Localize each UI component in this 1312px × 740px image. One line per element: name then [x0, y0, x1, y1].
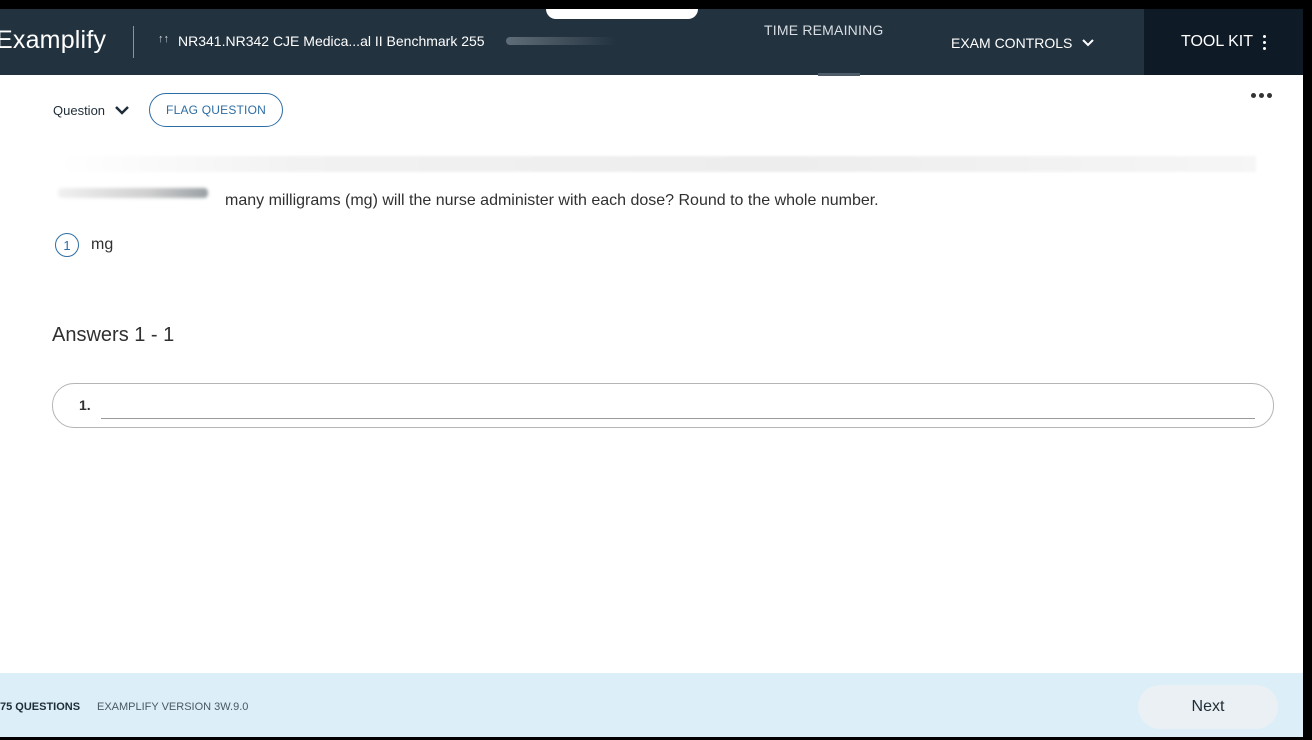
question-header: Question FLAG QUESTION: [53, 93, 283, 127]
next-button[interactable]: Next: [1138, 685, 1278, 729]
chevron-down-icon: [1082, 39, 1095, 47]
header-divider: [133, 26, 134, 58]
tool-kit-label: TOOL KIT: [1180, 33, 1253, 50]
time-remaining-indicator: [818, 73, 860, 76]
answer-input[interactable]: [101, 392, 1255, 419]
flag-question-button[interactable]: FLAG QUESTION: [149, 93, 283, 127]
response-unit: mg: [91, 236, 114, 253]
question-count: 75 QUESTIONS: [0, 701, 81, 713]
question-text: many milligrams (mg) will the nurse admi…: [225, 192, 879, 209]
response-number-badge: 1: [55, 233, 79, 257]
time-remaining-label: TIME REMAINING: [764, 22, 884, 38]
camera-notch: [546, 9, 698, 19]
course-icon: ↑↑: [158, 33, 169, 45]
chevron-down-icon[interactable]: [115, 105, 129, 115]
answer-field: 1.: [52, 383, 1274, 428]
answers-title: Answers 1 - 1: [52, 324, 175, 346]
question-selector[interactable]: Question: [53, 103, 105, 118]
answer-number: 1.: [79, 397, 91, 413]
exam-controls-menu[interactable]: EXAM CONTROLS: [951, 35, 1095, 51]
response-unit-row: 1 mg: [55, 233, 113, 257]
redacted-text: [506, 37, 616, 45]
more-options-icon[interactable]: [1251, 93, 1272, 98]
redacted-text: [60, 156, 1256, 172]
redacted-text: [58, 188, 208, 198]
exam-controls-label: EXAM CONTROLS: [951, 35, 1073, 51]
kebab-menu-icon: [1263, 34, 1266, 50]
course-title: NR341.NR342 CJE Medica...al II Benchmark…: [178, 33, 485, 49]
exam-app: Examplify ↑↑ NR341.NR342 CJE Medica...al…: [0, 9, 1303, 737]
app-logo: Examplify: [0, 26, 107, 54]
footer-bar: 75 QUESTIONS EXAMPLIFY VERSION 3W.9.0 Ne…: [0, 673, 1303, 737]
tool-kit-button[interactable]: TOOL KIT: [1144, 9, 1303, 75]
app-version: EXAMPLIFY VERSION 3W.9.0: [97, 701, 249, 713]
